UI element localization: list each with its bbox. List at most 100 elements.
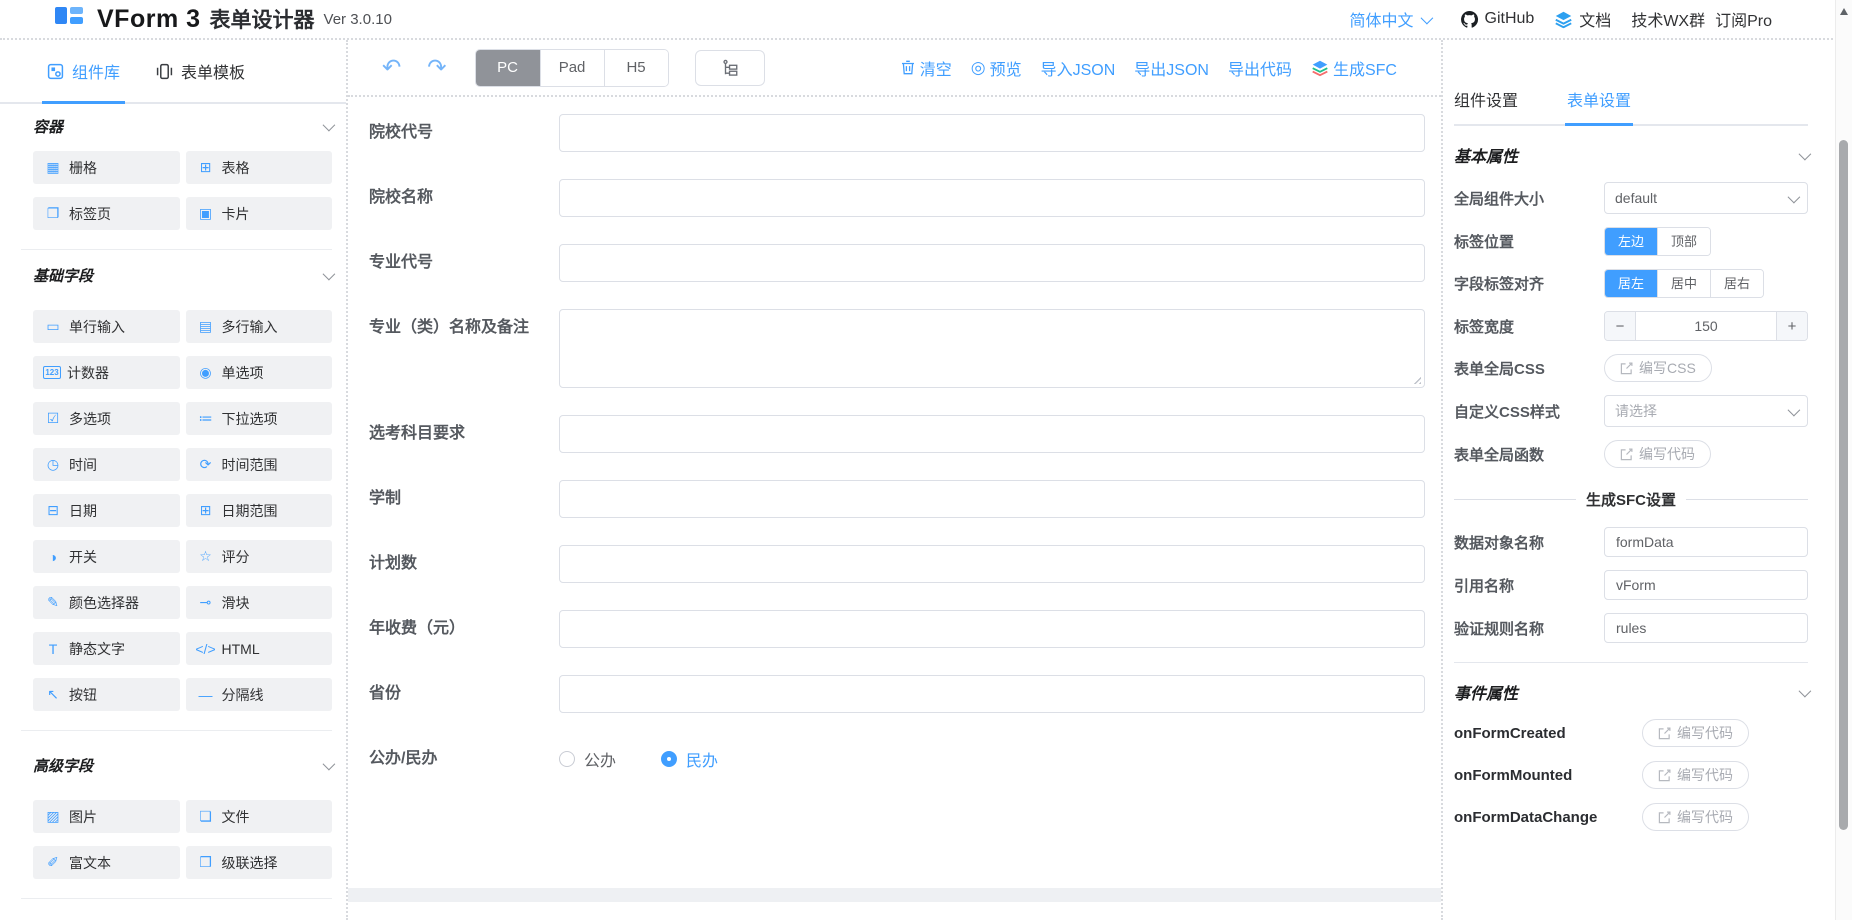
- number-icon: 123: [43, 366, 61, 379]
- docs-link[interactable]: 文档: [1554, 7, 1611, 31]
- import-json-button[interactable]: 导入JSON: [1041, 56, 1116, 80]
- data-object-name-input[interactable]: [1604, 527, 1808, 557]
- field-label: 省份: [369, 675, 559, 713]
- widget-button[interactable]: ↖按钮: [33, 678, 180, 711]
- form-field-row[interactable]: 选考科目要求: [369, 415, 1425, 453]
- widget-static-text[interactable]: T静态文字: [33, 632, 180, 665]
- widget-cascader[interactable]: ❒级联选择: [186, 846, 333, 879]
- tab-form-templates[interactable]: 表单模板: [156, 40, 245, 102]
- widget-radio[interactable]: ◉单选项: [186, 356, 333, 389]
- vform-logo-icon: [55, 7, 83, 31]
- device-pc-button[interactable]: PC: [476, 50, 540, 86]
- widget-file-upload[interactable]: ❏文件: [186, 800, 333, 833]
- label-position-left-button[interactable]: 左边: [1605, 228, 1657, 255]
- increase-button[interactable]: +: [1776, 312, 1807, 340]
- textarea-input[interactable]: [559, 309, 1425, 388]
- write-code-button[interactable]: 编写代码: [1642, 803, 1749, 831]
- vertical-scrollbar[interactable]: [1835, 0, 1852, 920]
- export-code-button[interactable]: 导出代码: [1228, 56, 1292, 80]
- widget-checkbox[interactable]: ☑多选项: [33, 402, 180, 435]
- radio-option-private[interactable]: 民办: [661, 747, 718, 771]
- preview-button[interactable]: ◎ 预览: [971, 56, 1022, 80]
- form-field-row[interactable]: 省份: [369, 675, 1425, 713]
- form-field-row[interactable]: 年收费（元）: [369, 610, 1425, 648]
- text-input[interactable]: [559, 179, 1425, 217]
- device-pad-button[interactable]: Pad: [540, 50, 604, 86]
- align-left-button[interactable]: 居左: [1605, 270, 1657, 297]
- widget-number[interactable]: 123计数器: [33, 356, 180, 389]
- chevron-down-icon[interactable]: [323, 119, 336, 132]
- text-input[interactable]: [559, 545, 1425, 583]
- widget-card[interactable]: ▣卡片: [186, 197, 333, 230]
- text-input[interactable]: [559, 114, 1425, 152]
- form-field-row[interactable]: 院校名称: [369, 179, 1425, 217]
- form-field-row[interactable]: 计划数: [369, 545, 1425, 583]
- form-field-row[interactable]: 学制: [369, 480, 1425, 518]
- chevron-down-icon[interactable]: [323, 758, 336, 771]
- device-h5-button[interactable]: H5: [604, 50, 668, 86]
- custom-css-select[interactable]: 请选择: [1604, 395, 1808, 427]
- rules-name-input[interactable]: [1604, 613, 1808, 643]
- redo-icon[interactable]: ↷: [427, 56, 446, 79]
- global-size-select[interactable]: default: [1604, 182, 1808, 214]
- widget-slider[interactable]: ⊸滑块: [186, 586, 333, 619]
- form-field-row[interactable]: 专业代号: [369, 244, 1425, 282]
- tab-form-settings[interactable]: 表单设置: [1567, 87, 1631, 124]
- widget-time[interactable]: ◷时间: [33, 448, 180, 481]
- widget-switch[interactable]: ◑开关: [33, 540, 180, 573]
- radio-option-public[interactable]: 公办: [559, 747, 616, 771]
- widget-time-range[interactable]: ⟳时间范围: [186, 448, 333, 481]
- write-css-button[interactable]: 编写CSS: [1604, 354, 1712, 382]
- widget-color[interactable]: ✎颜色选择器: [33, 586, 180, 619]
- form-field-row[interactable]: 院校代号: [369, 114, 1425, 152]
- generate-sfc-button[interactable]: 生成SFC: [1311, 56, 1397, 80]
- align-right-button[interactable]: 居右: [1710, 270, 1763, 297]
- scrollbar-thumb[interactable]: [1839, 140, 1848, 830]
- widget-date-range[interactable]: ⊞日期范围: [186, 494, 333, 527]
- align-center-button[interactable]: 居中: [1657, 270, 1710, 297]
- text-input[interactable]: [559, 675, 1425, 713]
- grid-icon: ▦: [43, 159, 63, 176]
- widget-tab[interactable]: ❐标签页: [33, 197, 180, 230]
- export-json-button[interactable]: 导出JSON: [1134, 56, 1209, 80]
- wx-group-link[interactable]: 技术WX群: [1631, 7, 1705, 31]
- widget-divider[interactable]: —分隔线: [186, 678, 333, 711]
- text-input[interactable]: [559, 244, 1425, 282]
- text-input[interactable]: [559, 480, 1425, 518]
- form-field-row[interactable]: 公办/民办 公办 民办: [369, 740, 1425, 778]
- tab-widget-settings[interactable]: 组件设置: [1454, 87, 1518, 124]
- ref-name-input[interactable]: [1604, 570, 1808, 600]
- widget-input[interactable]: ▭单行输入: [33, 310, 180, 343]
- write-code-button[interactable]: 编写代码: [1642, 761, 1749, 789]
- widget-date[interactable]: ⊟日期: [33, 494, 180, 527]
- decrease-button[interactable]: −: [1605, 312, 1636, 340]
- widget-rich-editor[interactable]: ✐富文本: [33, 846, 180, 879]
- chevron-down-icon[interactable]: [1799, 147, 1812, 160]
- undo-icon[interactable]: ↶: [382, 56, 401, 79]
- write-code-button[interactable]: 编写代码: [1604, 440, 1711, 468]
- node-tree-button[interactable]: [695, 50, 765, 86]
- widget-rate[interactable]: ☆评分: [186, 540, 333, 573]
- language-selector[interactable]: 简体中文: [1349, 7, 1429, 31]
- subscribe-pro-link[interactable]: 订阅Pro: [1715, 7, 1772, 31]
- widget-html[interactable]: </>HTML: [186, 632, 333, 665]
- widget-select[interactable]: ≔下拉选项: [186, 402, 333, 435]
- github-link[interactable]: GitHub: [1460, 10, 1535, 29]
- write-code-button[interactable]: 编写代码: [1642, 719, 1749, 747]
- widget-table[interactable]: ⊞表格: [186, 151, 333, 184]
- label-position-top-button[interactable]: 顶部: [1657, 228, 1710, 255]
- chevron-down-icon[interactable]: [323, 268, 336, 281]
- text-input[interactable]: [559, 610, 1425, 648]
- widget-picture-upload[interactable]: ▨图片: [33, 800, 180, 833]
- text-input[interactable]: [559, 415, 1425, 453]
- label-width-value[interactable]: 150: [1636, 312, 1776, 340]
- tab-widget-library[interactable]: 组件库: [47, 40, 120, 102]
- chevron-down-icon[interactable]: [1799, 684, 1812, 697]
- subscribe-pro-label: 订阅Pro: [1715, 7, 1772, 31]
- form-field-row[interactable]: 专业（类）名称及备注: [369, 309, 1425, 388]
- scroll-up-icon[interactable]: [1840, 8, 1848, 15]
- clear-button[interactable]: 清空: [900, 56, 952, 80]
- widget-textarea[interactable]: ▤多行输入: [186, 310, 333, 343]
- widget-grid[interactable]: ▦栅格: [33, 151, 180, 184]
- form-canvas[interactable]: 院校代号 院校名称 专业代号 专业（类）名称及备注 选考科目要求 学制 计划数: [348, 95, 1441, 888]
